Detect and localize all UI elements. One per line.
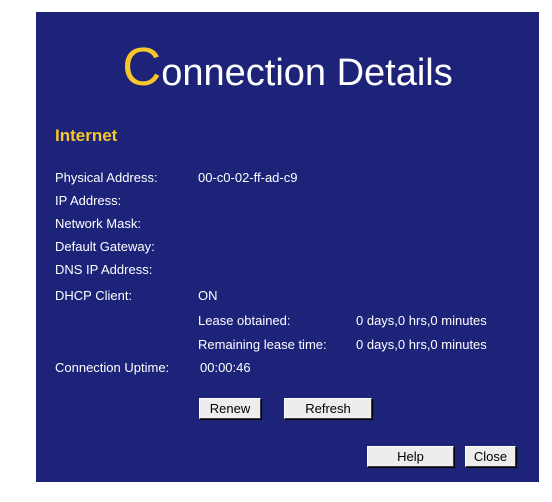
page-title: Connection Details: [36, 36, 539, 98]
page-title-rest: onnection Details: [161, 52, 453, 94]
refresh-button[interactable]: Refresh: [284, 398, 372, 419]
dns-ip-address-label: DNS IP Address:: [55, 262, 153, 277]
page-title-initial: C: [122, 37, 162, 97]
connection-details-panel: Connection Details Internet Physical Add…: [36, 12, 539, 482]
renew-button[interactable]: Renew: [199, 398, 261, 419]
dhcp-client-label: DHCP Client:: [55, 288, 133, 303]
help-button[interactable]: Help: [367, 446, 454, 467]
section-heading-internet: Internet: [55, 126, 118, 145]
remaining-lease-label: Remaining lease time:: [198, 337, 327, 352]
default-gateway-label: Default Gateway:: [55, 239, 155, 254]
remaining-lease-value: 0 days,0 hrs,0 minutes: [356, 337, 487, 352]
physical-address-value: 00-c0-02-ff-ad-c9: [198, 170, 298, 185]
lease-obtained-value: 0 days,0 hrs,0 minutes: [356, 313, 487, 328]
ip-address-label: IP Address:: [55, 193, 122, 208]
dhcp-client-value: ON: [198, 288, 218, 303]
connection-uptime-label: Connection Uptime:: [55, 360, 170, 375]
close-button[interactable]: Close: [465, 446, 516, 467]
network-mask-label: Network Mask:: [55, 216, 141, 231]
connection-uptime-value: 00:00:46: [200, 360, 251, 375]
physical-address-label: Physical Address:: [55, 170, 158, 185]
lease-obtained-label: Lease obtained:: [198, 313, 291, 328]
